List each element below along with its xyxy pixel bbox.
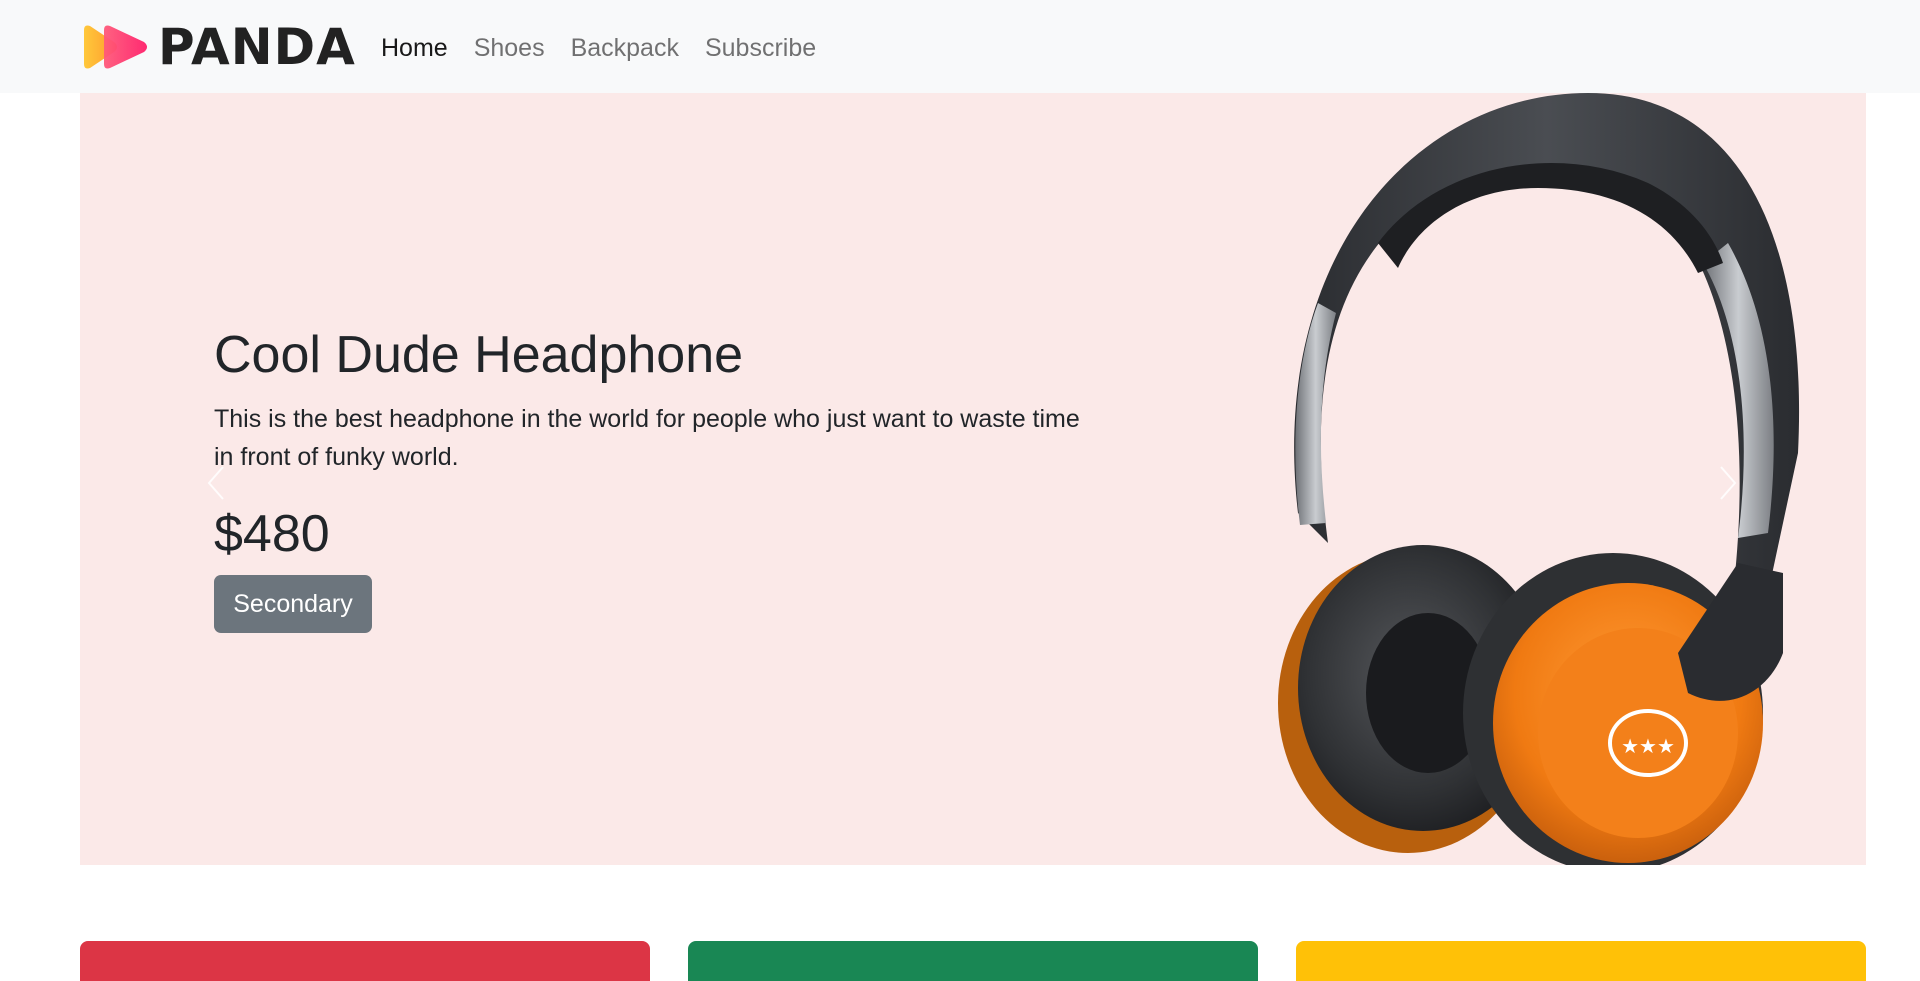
hero-title: Cool Dude Headphone (214, 326, 744, 384)
panda-logo-icon (84, 25, 147, 69)
secondary-button[interactable]: Secondary (214, 575, 372, 633)
brand-link[interactable]: PANDA (80, 22, 356, 72)
nav-link-subscribe[interactable]: Subscribe (705, 30, 816, 66)
nav-link-backpack[interactable]: Backpack (571, 30, 679, 66)
headphone-product-image: ★★★ (1278, 93, 1800, 865)
nav-link-shoes[interactable]: Shoes (474, 30, 545, 66)
carousel-prev-button[interactable] (195, 453, 235, 513)
navbar: PANDA Home Shoes Backpack Subscribe (0, 0, 1920, 93)
category-card-yellow[interactable] (1296, 941, 1866, 981)
main-nav: Home Shoes Backpack Subscribe (381, 30, 816, 66)
nav-link-home[interactable]: Home (381, 30, 448, 66)
category-card-green[interactable] (688, 941, 1258, 981)
svg-text:★★★: ★★★ (1621, 734, 1675, 758)
brand-name: PANDA (158, 18, 356, 76)
hero-carousel: Cool Dude Headphone This is the best hea… (80, 93, 1866, 865)
category-card-red[interactable] (80, 941, 650, 981)
chevron-left-icon (207, 466, 224, 500)
hero-description: This is the best headphone in the world … (214, 405, 1080, 471)
